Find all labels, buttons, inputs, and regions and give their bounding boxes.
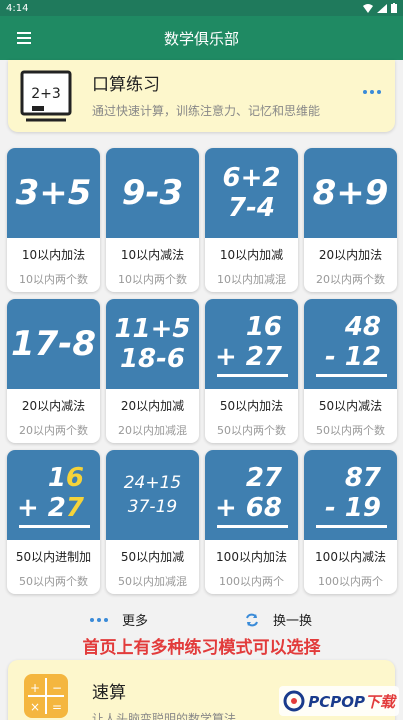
tile-sub: 50以内两个数 (316, 424, 385, 437)
tile-mixed-within-10[interactable]: 6+2 7-4 10以内加减 10以内加减混 (205, 148, 298, 292)
tile-image: 6+2 7-4 (205, 148, 298, 238)
tile-image: 9-3 (106, 148, 199, 238)
signal-icon (377, 3, 387, 13)
tile-name: 10以内加法 (21, 248, 86, 262)
tile-sub: 20以内加减混 (118, 424, 187, 437)
tile-sub: 50以内加减混 (118, 575, 187, 588)
tile-image: 24+15 37-19 (106, 450, 199, 540)
tile-sub: 50以内两个数 (19, 575, 88, 588)
tile-add-within-20[interactable]: 8+9 20以内加法 20以内两个数 (304, 148, 397, 292)
tile-image: 17-8 (7, 299, 100, 389)
calculator-icon: + − × = (24, 674, 68, 718)
svg-text:=: = (52, 700, 62, 714)
svg-text:+: + (30, 681, 40, 695)
tile-add-within-100[interactable]: 27 + 68 100以内加法 100以内两个 (205, 450, 298, 594)
swap-button[interactable]: 换一换 (245, 610, 312, 629)
tile-sub: 20以内两个数 (19, 424, 88, 437)
tile-sub-within-10[interactable]: 9-3 10以内减法 10以内两个数 (106, 148, 199, 292)
tile-sub: 50以内两个数 (217, 424, 286, 437)
wifi-icon (363, 3, 373, 13)
tile-image: 16 + 27 (205, 299, 298, 389)
app-bar: 数学俱乐部 (0, 16, 403, 60)
tile-name: 20以内减法 (21, 399, 86, 413)
tile-carry-add-within-50[interactable]: 16 + 27 50以内进制加 50以内两个数 (7, 450, 100, 594)
more-button[interactable]: 更多 (90, 610, 148, 629)
menu-icon[interactable] (0, 16, 48, 60)
tile-name: 50以内进制加 (15, 550, 92, 564)
feature-title: 口算练习 (92, 75, 160, 95)
battery-icon (391, 3, 397, 13)
refresh-icon (246, 613, 258, 626)
status-bar: 4:14 (0, 0, 403, 16)
actions-row: 更多 换一换 (0, 610, 403, 632)
tile-sub: 10以内两个数 (118, 273, 187, 286)
tile-name: 20以内加减 (120, 399, 185, 413)
tile-image: 16 + 27 (7, 450, 100, 540)
feature-title: 速算 (92, 683, 126, 703)
exercise-grid: 3+5 10以内加法 10以内两个数 9-3 10以内减法 10以内两个数 6+… (7, 148, 397, 594)
tile-name: 20以内加法 (318, 248, 383, 262)
app-title: 数学俱乐部 (163, 29, 239, 48)
tile-name: 100以内减法 (315, 550, 386, 564)
svg-text:×: × (30, 700, 40, 714)
status-time: 4:14 (6, 2, 29, 14)
tile-name: 100以内加法 (216, 550, 287, 564)
tile-image: 8+9 (304, 148, 397, 238)
tile-name: 50以内加减 (120, 550, 185, 564)
tile-name: 10以内加减 (219, 248, 284, 262)
tile-name: 50以内减法 (318, 399, 383, 413)
more-label: 更多 (122, 614, 149, 629)
tile-sub: 10以内加减混 (217, 273, 286, 286)
tile-name: 10以内减法 (120, 248, 185, 262)
watermark: PCPOP下载 (279, 686, 399, 716)
tile-sub-within-20[interactable]: 17-8 20以内减法 20以内两个数 (7, 299, 100, 443)
tile-image: 87- 19 (304, 450, 397, 540)
tile-image: 48- 12 (304, 299, 397, 389)
svg-text:−: − (52, 681, 62, 695)
tile-sub-within-50[interactable]: 48- 12 50以内减法 50以内两个数 (304, 299, 397, 443)
tile-name: 50以内加法 (219, 399, 284, 413)
feature-card-oral-arithmetic[interactable]: 2+3 口算练习 通过快速计算，训练注意力、记忆和思维能 (8, 60, 395, 132)
blackboard-icon: 2+3 (20, 70, 72, 122)
pcpop-logo-icon (283, 690, 305, 712)
feature-desc: 通过快速计算，训练注意力、记忆和思维能 (92, 104, 321, 118)
watermark-text: PCPOP下载 (308, 692, 395, 711)
tile-sub-within-100[interactable]: 87- 19 100以内减法 100以内两个 (304, 450, 397, 594)
tile-image: 27 + 68 (205, 450, 298, 540)
tile-mixed-within-20[interactable]: 11+5 18-6 20以内加减 20以内加减混 (106, 299, 199, 443)
more-options-icon[interactable] (363, 86, 383, 98)
tile-mixed-within-50[interactable]: 24+15 37-19 50以内加减 50以内加减混 (106, 450, 199, 594)
feature-desc: 让人头脑变聪明的数学算法 (92, 712, 237, 720)
tile-add-within-50[interactable]: 16 + 27 50以内加法 50以内两个数 (205, 299, 298, 443)
tile-sub: 100以内两个 (219, 575, 284, 588)
tile-image: 3+5 (7, 148, 100, 238)
swap-label: 换一换 (273, 614, 313, 629)
svg-text:2+3: 2+3 (31, 86, 61, 102)
tile-sub: 10以内两个数 (19, 273, 88, 286)
promo-caption: 首页上有多种练习模式可以选择 (82, 638, 321, 658)
tile-sub: 20以内两个数 (316, 273, 385, 286)
more-dots-icon (90, 617, 108, 622)
tile-image: 11+5 18-6 (106, 299, 199, 389)
tile-sub: 100以内两个 (318, 575, 383, 588)
tile-add-within-10[interactable]: 3+5 10以内加法 10以内两个数 (7, 148, 100, 292)
